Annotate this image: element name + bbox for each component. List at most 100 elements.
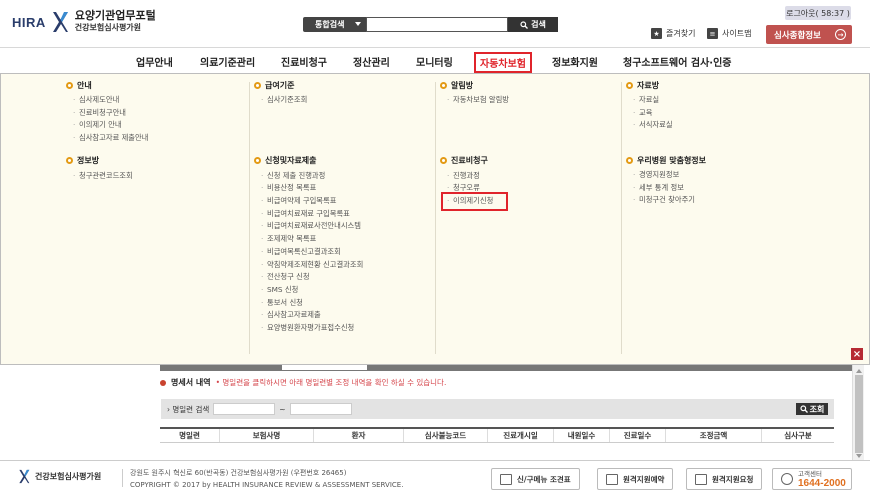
gnb-item-medical-criteria[interactable]: 의료기준관리 (200, 54, 255, 69)
menu-section-title: 급여기준 (265, 80, 295, 90)
column-header[interactable]: 내원일수 (554, 429, 610, 442)
site-logo[interactable]: HIRA 요양기관업무포털 건강보험심사평가원 (12, 9, 156, 35)
monitor-icon (606, 473, 618, 485)
column-header[interactable]: 진료개시일 (488, 429, 554, 442)
gnb-item-monitoring[interactable]: 모니터링 (416, 54, 453, 69)
footer-copyright: COPYRIGHT © 2017 by HEALTH INSURANCE REV… (130, 481, 404, 489)
scroll-down-icon[interactable] (856, 454, 862, 458)
logout-timer-button[interactable]: 로그아웃( 58:37 ) (785, 6, 851, 20)
tab-active[interactable] (281, 365, 368, 371)
menu-item[interactable]: 청구오류 (440, 182, 620, 195)
search-button[interactable]: 검색 (508, 17, 558, 32)
gnb-item-claims[interactable]: 진료비청구 (281, 54, 327, 69)
menu-map-button[interactable]: 신/구메뉴 조견표 (491, 468, 580, 490)
column-divider (435, 82, 436, 354)
menu-item[interactable]: 교육 (626, 107, 806, 120)
menu-section-notice: 알림방 자동차보험 알림방 (440, 79, 620, 107)
footer-org-name: 건강보험심사평가원 (35, 472, 102, 481)
menu-item[interactable]: 비급여목록신고결과조회 (254, 246, 434, 259)
menu-item[interactable]: 자료실 (626, 94, 806, 107)
vertical-scrollbar[interactable] (852, 365, 864, 460)
footer-address-block: 강원도 원주시 혁신로 60(반곡동) 건강보험심사평가원 (우편번호 2646… (130, 467, 403, 491)
list-icon: ≡ (707, 28, 718, 39)
menu-item[interactable]: 미청구건 찾아주기 (626, 194, 806, 207)
menu-section-title: 안내 (77, 80, 92, 90)
menu-item[interactable]: 심사참고자료제출 (254, 309, 434, 322)
phone-icon (781, 473, 793, 485)
global-nav: 업무안내 의료기준관리 진료비청구 정산관리 모니터링 자동차보험 정보화지원 … (0, 47, 870, 73)
document-icon (500, 473, 512, 485)
column-header[interactable]: 명일련 (160, 429, 220, 442)
search-scope-select[interactable]: 통합검색 (303, 17, 366, 32)
menu-item[interactable]: 진행과정 (440, 170, 620, 183)
menu-item[interactable]: SMS 신청 (254, 284, 434, 297)
hira-wordmark: HIRA (12, 14, 46, 30)
menu-item[interactable]: 세부 통계 정보 (626, 182, 806, 195)
remote-request-label: 원격지원요청 (712, 474, 754, 484)
section-title: 명세서 내역 (171, 378, 211, 387)
menu-item-objection-request[interactable]: 이의제기신청 (441, 192, 508, 211)
menu-item[interactable]: 신청 제출 진행과정 (254, 170, 434, 183)
menu-item[interactable]: 비급여치료재료 구입목록표 (254, 208, 434, 221)
menu-item[interactable]: 경영지원정보 (626, 169, 806, 182)
bullet-icon (440, 157, 447, 165)
menu-item[interactable]: 서식자료실 (626, 119, 806, 132)
menu-item[interactable]: 이의제기 안내 (66, 119, 246, 132)
call-center-number: 1644-2000 (798, 478, 846, 489)
range-start-input[interactable] (213, 403, 276, 415)
bullet-icon (160, 379, 166, 386)
column-header[interactable]: 환자 (314, 429, 404, 442)
filter-bar: › 명일련 검색 ~ 조회 (161, 399, 834, 419)
menu-section-title: 알림방 (451, 80, 474, 90)
menu-item[interactable]: 심사기준조회 (254, 94, 434, 107)
range-separator: ~ (279, 404, 286, 414)
range-end-input[interactable] (289, 403, 352, 415)
column-header[interactable]: 조정금액 (666, 429, 762, 442)
gnb-item-software-cert[interactable]: 청구소프트웨어 검사·인증 (623, 54, 731, 69)
menu-item[interactable]: 자동차보험 알림방 (440, 94, 620, 107)
menu-item[interactable]: 진료비청구안내 (66, 107, 246, 120)
menu-item[interactable]: 심사제도안내 (66, 94, 246, 107)
gnb-item-guide[interactable]: 업무안내 (136, 54, 173, 69)
remote-support-booking-button[interactable]: 원격지원예약 (597, 468, 674, 490)
call-center-button[interactable]: 고객센터 1644-2000 (772, 468, 852, 490)
gnb-item-auto-insurance[interactable]: 자동차보험 (474, 52, 532, 73)
menu-item[interactable]: 비용산정 목록표 (254, 182, 434, 195)
mega-menu: 안내 심사제도안내 진료비청구안내 이의제기 안내 심사참고자료 제출안내 정보… (0, 73, 870, 365)
column-header[interactable]: 진료일수 (610, 429, 666, 442)
menu-section-info-room: 정보방 청구관련코드조회 (66, 155, 246, 183)
close-menu-button[interactable]: × (851, 348, 863, 360)
search-button-label: 검색 (531, 20, 546, 29)
table-header: 명일련 보험사명 환자 심사불능코드 진료개시일 내원일수 진료일수 조정금액 … (160, 427, 834, 443)
menu-item[interactable]: 약침약제조제현황 신고결과조회 (254, 259, 434, 272)
gnb-item-settlement[interactable]: 정산관리 (353, 54, 390, 69)
menu-item[interactable]: 비급여치료재료사전안내시스템 (254, 220, 434, 233)
portal-title: 요양기관업무포털 (74, 9, 156, 22)
menu-item[interactable]: 요양병원환자평가표접수신청 (254, 322, 434, 335)
menu-item[interactable]: 심사참고자료 제출안내 (66, 132, 246, 145)
remote-booking-label: 원격지원예약 (623, 474, 665, 484)
favorites-link[interactable]: ★ 즐겨찾기 (651, 28, 695, 39)
column-header[interactable]: 심사구분 (762, 429, 834, 442)
menu-section-title: 자료방 (637, 80, 660, 90)
bullet-icon (626, 81, 633, 89)
sitemap-link[interactable]: ≡ 사이트맵 (707, 28, 751, 39)
remote-support-request-button[interactable]: 원격지원요청 (686, 468, 763, 490)
filter-search-button[interactable]: 조회 (796, 403, 828, 415)
menu-item[interactable]: 비급여약제 구입목록표 (254, 195, 434, 208)
review-info-button[interactable]: 심사종합정보 → (766, 25, 852, 44)
sitemap-label: 사이트맵 (722, 29, 752, 38)
search-input[interactable] (366, 17, 508, 32)
scroll-up-icon[interactable] (856, 369, 862, 373)
menu-item[interactable]: 통보서 신청 (254, 297, 434, 310)
menu-item[interactable]: 전산청구 신청 (254, 271, 434, 284)
menu-item[interactable]: 청구관련코드조회 (66, 170, 246, 183)
menu-section-hospital-info: 우리병원 맞춤형정보 경영지원정보 세부 통계 정보 미청구건 찾아주기 (626, 154, 806, 207)
column-header[interactable]: 심사불능코드 (404, 429, 488, 442)
column-header[interactable]: 보험사명 (220, 429, 314, 442)
menu-section-guide: 안내 심사제도안내 진료비청구안내 이의제기 안내 심사참고자료 제출안내 (66, 79, 246, 145)
scrollbar-thumb[interactable] (855, 375, 863, 453)
org-name: 건강보험심사평가원 (74, 23, 142, 32)
menu-item[interactable]: 조제제약 목록표 (254, 233, 434, 246)
gnb-item-it-support[interactable]: 정보화지원 (552, 54, 598, 69)
